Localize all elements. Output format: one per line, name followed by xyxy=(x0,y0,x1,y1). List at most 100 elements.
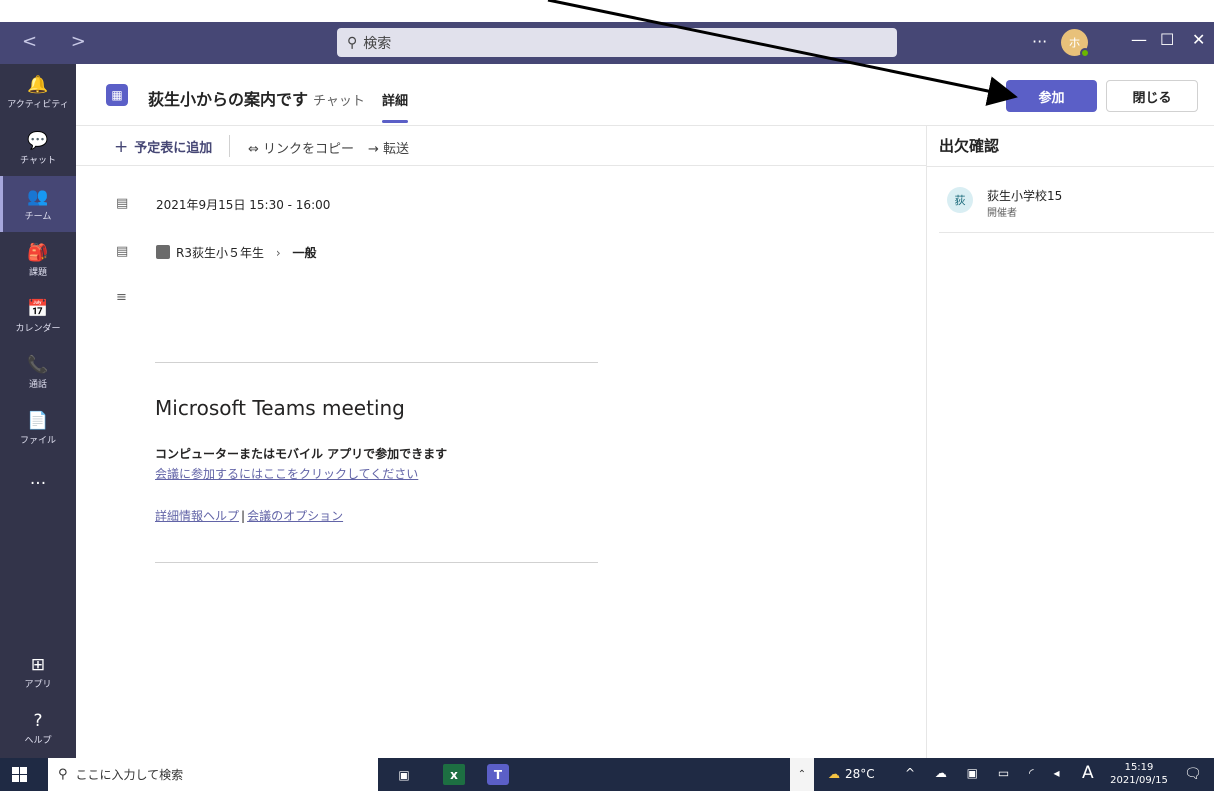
notification-icon[interactable]: 🗨 xyxy=(1184,766,1202,782)
join-instructions: コンピューターまたはモバイル アプリで参加できます xyxy=(155,447,448,461)
tab-chat[interactable]: チャット xyxy=(313,90,365,109)
search-placeholder: 検索 xyxy=(363,35,392,52)
weather-widget[interactable]: ☁ 28°C xyxy=(828,767,875,781)
help-icon: ? xyxy=(33,710,43,731)
search-icon: ⚲ xyxy=(58,767,68,782)
screen: < > ⚲ 検索 ··· ホ — ☐ ✕ 🔔 アクティビティ 💬 チャット 👥 … xyxy=(0,0,1214,791)
meeting-options-link[interactable]: 会議のオプション xyxy=(247,509,343,523)
file-icon: 📄 xyxy=(27,410,49,431)
profile-avatar[interactable]: ホ xyxy=(1061,29,1090,58)
meeting-calendar-icon: ▦ xyxy=(106,84,128,106)
rail-label: チーム xyxy=(24,211,52,222)
search-icon: ⚲ xyxy=(347,34,358,51)
divider-top xyxy=(155,362,598,363)
help-link[interactable]: 詳細情報ヘルプ xyxy=(155,509,239,523)
rail-more-apps[interactable]: ··· xyxy=(0,456,76,512)
apps-icon: ⊞ xyxy=(30,654,46,675)
rail-label: カレンダー xyxy=(15,323,61,334)
rail-label: 課題 xyxy=(28,267,47,278)
meeting-header: ▦ 荻生小からの案内です チャット 詳細 参加 閉じる xyxy=(76,64,1214,126)
team-name: R3荻生小５年生 xyxy=(176,246,264,260)
teams-taskbar-icon[interactable]: T xyxy=(487,764,509,785)
rail-chat[interactable]: 💬 チャット xyxy=(0,120,76,176)
rail-label: アプリ xyxy=(24,679,52,690)
copy-link-button[interactable]: ⇔ リンクをコピー xyxy=(248,138,354,157)
channel-name: 一般 xyxy=(292,246,317,260)
chat-icon: 💬 xyxy=(27,130,49,151)
calendar-small-icon: ▤ xyxy=(116,196,129,211)
close-button[interactable]: 閉じる xyxy=(1106,80,1198,112)
rail-teams[interactable]: 👥 チーム xyxy=(0,176,76,232)
channel-icon: ▤ xyxy=(116,244,129,259)
toolbar-divider xyxy=(229,135,230,157)
teams-meeting-title: Microsoft Teams meeting xyxy=(155,396,405,420)
search-input[interactable]: ⚲ 検索 xyxy=(337,28,897,57)
meeting-datetime: 2021年9月15日 15:30 - 16:00 xyxy=(156,198,331,212)
minimize-button[interactable]: — xyxy=(1131,30,1147,49)
taskbar-clock[interactable]: 15:19 2021/09/15 xyxy=(1104,761,1174,787)
rail-label: アクティビティ xyxy=(7,99,69,110)
meeting-title: 荻生小からの案内です xyxy=(148,90,309,109)
title-bar: < > ⚲ 検索 ··· ホ — ☐ ✕ xyxy=(0,22,1214,64)
rail-activity[interactable]: 🔔 アクティビティ xyxy=(0,64,76,120)
rail-apps[interactable]: ⊞ アプリ xyxy=(0,644,76,700)
channel-separator: › xyxy=(275,246,281,260)
maximize-button[interactable]: ☐ xyxy=(1160,30,1174,49)
close-window-button[interactable]: ✕ xyxy=(1192,30,1205,49)
rail-help[interactable]: ? ヘルプ xyxy=(0,700,76,756)
rail-label: ヘルプ xyxy=(24,735,52,746)
show-hidden-icons-button[interactable]: ⌃ xyxy=(790,758,814,791)
bell-icon: 🔔 xyxy=(27,74,49,95)
weather-cloud-icon: ☁ xyxy=(828,767,840,781)
rail-calls[interactable]: 📞 通話 xyxy=(0,344,76,400)
attendee-divider xyxy=(939,232,1214,233)
top-strip xyxy=(0,0,1214,22)
ime-indicator[interactable]: A xyxy=(1082,763,1094,783)
clock-time: 15:19 xyxy=(1124,762,1154,773)
rail-files[interactable]: 📄 ファイル xyxy=(0,400,76,456)
organizer-name[interactable]: 荻生小学校15 xyxy=(987,187,1062,204)
taskbar-search-placeholder: ここに入力して検索 xyxy=(75,768,184,782)
weather-temp: 28°C xyxy=(845,767,875,781)
meeting-help-links: 詳細情報ヘルプ | 会議のオプション xyxy=(155,507,343,524)
organizer-role: 開催者 xyxy=(987,208,1017,219)
rail-label: 通話 xyxy=(28,379,47,390)
rail-label: ファイル xyxy=(19,435,56,446)
add-to-calendar-label: 予定表に追加 xyxy=(134,141,213,156)
attendance-title: 出欠確認 xyxy=(939,137,1000,155)
excel-icon[interactable]: x xyxy=(443,764,465,785)
organizer-avatar: 荻 xyxy=(947,187,973,213)
calendar-icon: 📅 xyxy=(27,298,49,319)
rail-assignments[interactable]: 🎒 課題 xyxy=(0,232,76,288)
task-view-icon[interactable]: ▣ xyxy=(395,764,413,785)
link-separator: | xyxy=(241,509,246,523)
description-icon: ≡ xyxy=(116,290,127,305)
more-options-icon[interactable]: ··· xyxy=(1032,32,1047,51)
attendance-pane: 出欠確認 荻 荻生小学校15 開催者 xyxy=(926,126,1214,758)
taskbar-search-input[interactable]: ⚲ ここに入力して検索 xyxy=(48,758,378,791)
presence-dot xyxy=(1080,48,1090,58)
channel-path[interactable]: R3荻生小５年生 › 一般 xyxy=(156,244,316,261)
phone-icon: 📞 xyxy=(27,354,49,375)
app-rail: 🔔 アクティビティ 💬 チャット 👥 チーム 🎒 課題 📅 カレンダー 📞 通話… xyxy=(0,64,76,758)
system-tray-icons[interactable]: ^ ☁ ▣ ▭ ◜ ◂ xyxy=(905,766,1067,780)
join-button[interactable]: 参加 xyxy=(1006,80,1097,112)
rail-label: チャット xyxy=(20,155,56,166)
join-meeting-link[interactable]: 会議に参加するにはここをクリックしてください xyxy=(155,465,418,482)
add-to-calendar-button[interactable]: + 予定表に追加 xyxy=(114,137,212,157)
back-forward-arrows[interactable]: < > xyxy=(22,31,100,52)
avatar-initial: ホ xyxy=(1068,36,1081,50)
more-apps-icon: ··· xyxy=(29,474,47,494)
active-tab-indicator xyxy=(382,120,408,123)
teams-icon: 👥 xyxy=(27,186,49,207)
windows-start-icon[interactable] xyxy=(12,767,27,782)
forward-button[interactable]: → 転送 xyxy=(368,138,409,157)
plus-icon: + xyxy=(114,137,129,157)
meeting-toolbar: + 予定表に追加 ⇔ リンクをコピー → 転送 xyxy=(76,126,926,166)
divider-bottom xyxy=(155,562,598,563)
attendance-divider xyxy=(927,166,1214,167)
tab-details[interactable]: 詳細 xyxy=(382,90,408,109)
windows-taskbar: ⚲ ここに入力して検索 ▣ x T ⌃ ☁ 28°C ^ ☁ ▣ ▭ ◜ ◂ A … xyxy=(0,758,1214,791)
clock-date: 2021/09/15 xyxy=(1110,775,1168,786)
rail-calendar[interactable]: 📅 カレンダー xyxy=(0,288,76,344)
